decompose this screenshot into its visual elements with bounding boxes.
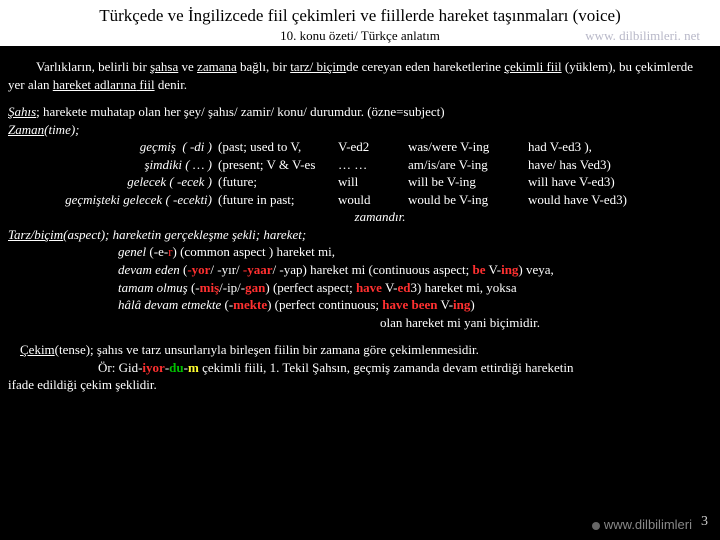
tarz-closing: olan hareket mi yani biçimidir. bbox=[208, 314, 712, 332]
tense-row: geçmişteki gelecek ( -ecekti) (future in… bbox=[68, 191, 712, 209]
title-bar: Türkçede ve İngilizcede fiil çekimleri v… bbox=[0, 0, 720, 46]
page-number: 3 bbox=[701, 514, 708, 530]
zaman-block: Zaman(time); geçmiş ( -di ) (past; used … bbox=[8, 121, 712, 226]
header-url: www. dilbilimleri. net bbox=[585, 28, 700, 44]
aspect-hala: hâlâ devam etmekte (-mekte) (perfect con… bbox=[118, 296, 712, 314]
cekim-tail: ifade edildiği çekim şeklidir. bbox=[8, 376, 712, 394]
tense-row: şimdiki ( … ) (present; V & V-es … … am/… bbox=[68, 156, 712, 174]
cekim-block: Çekim(tense); şahıs ve tarz unsurlarıyla… bbox=[8, 341, 712, 394]
tense-row: gelecek ( -ecek ) (future; will will be … bbox=[68, 173, 712, 191]
sahis-line: Şahıs; harekete muhatap olan her şey/ şa… bbox=[8, 103, 712, 121]
subtitle-row: 10. konu özeti/ Türkçe anlatım www. dilb… bbox=[10, 28, 710, 44]
zaman-closing: zamandır. bbox=[48, 208, 712, 226]
aspect-devam: devam eden (-yor/ -yır/ -yaar/ -yap) har… bbox=[118, 261, 712, 279]
tarz-block: Tarz/biçim(aspect); hareketin gerçekleşm… bbox=[8, 226, 712, 331]
intro-paragraph: Varlıkların, belirli bir şahsa ve zamana… bbox=[8, 58, 712, 93]
logo-dot-icon bbox=[592, 522, 600, 530]
content-area: Varlıkların, belirli bir şahsa ve zamana… bbox=[0, 46, 720, 394]
example-line: Ör: Gid-iyor-du-m çekimli fiili, 1. Teki… bbox=[98, 359, 712, 377]
footer-url: www.dilbilimleri bbox=[592, 517, 692, 532]
tense-row: geçmiş ( -di ) (past; used to V, V-ed2 w… bbox=[68, 138, 712, 156]
aspect-tamam: tamam olmuş (-miş/-ip/-gan) (perfect asp… bbox=[118, 279, 712, 297]
aspect-genel: genel (-e-r) (common aspect ) hareket mi… bbox=[118, 243, 712, 261]
tense-grid: geçmiş ( -di ) (past; used to V, V-ed2 w… bbox=[68, 138, 712, 208]
subtitle: 10. konu özeti/ Türkçe anlatım bbox=[280, 28, 440, 44]
page-title: Türkçede ve İngilizcede fiil çekimleri v… bbox=[10, 6, 710, 26]
